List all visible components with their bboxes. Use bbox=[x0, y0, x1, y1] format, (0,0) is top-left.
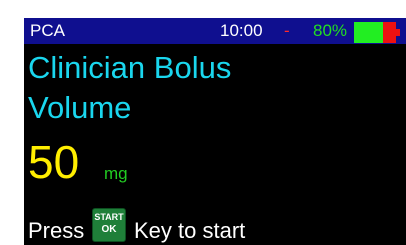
clock-time: 10:00 bbox=[220, 21, 263, 40]
bolus-volume-unit: mg bbox=[104, 164, 128, 183]
key-label-ok: OK bbox=[101, 224, 117, 235]
bolus-volume-value: 50 bbox=[28, 136, 80, 188]
status-bar: PCA 10:00 - 80% bbox=[24, 18, 406, 44]
battery-terminal bbox=[396, 29, 400, 36]
battery-charge-fill bbox=[354, 22, 383, 43]
key-label-start: START bbox=[94, 212, 124, 222]
battery-icon bbox=[354, 22, 400, 43]
prompt-text-before: Press bbox=[28, 218, 85, 243]
mode-label: PCA bbox=[30, 21, 65, 40]
battery-percent: 80% bbox=[313, 21, 348, 40]
pump-screen: PCA 10:00 - 80% Clinician Bolus Volume 5… bbox=[24, 18, 406, 245]
prompt-text-after: Key to start bbox=[134, 218, 246, 243]
screen-title: Clinician Bolus Volume bbox=[28, 48, 231, 128]
status-separator: - bbox=[284, 21, 290, 40]
title-line-1: Clinician Bolus bbox=[28, 50, 232, 85]
title-line-2: Volume bbox=[28, 90, 132, 125]
battery-empty-segment bbox=[383, 22, 396, 43]
start-ok-key-icon: START OK bbox=[92, 208, 126, 242]
